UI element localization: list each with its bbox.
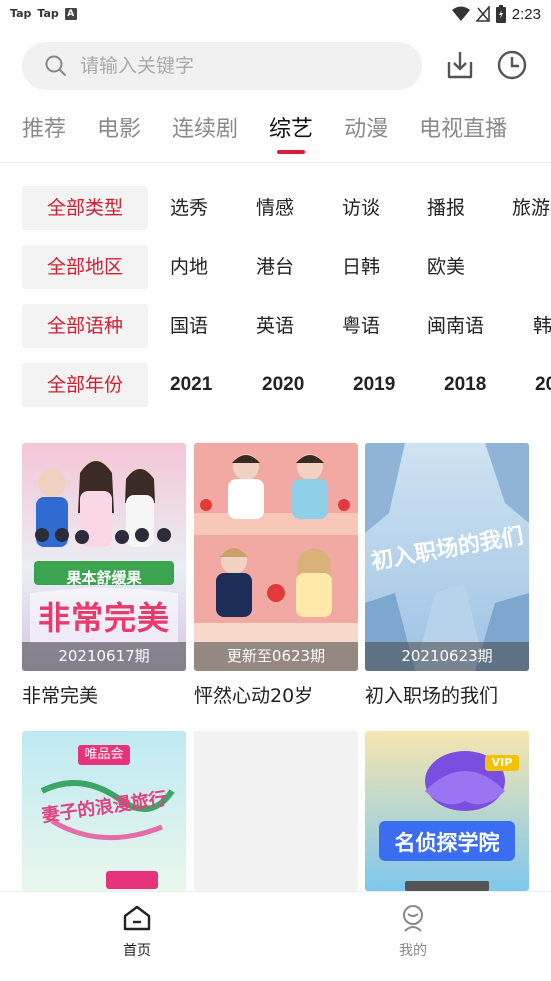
filter-option[interactable]: 内地 bbox=[170, 245, 208, 289]
nav-profile[interactable]: 我的 bbox=[383, 904, 443, 960]
taptap-icon-2: Tap bbox=[37, 7, 59, 20]
tab-movie[interactable]: 电影 bbox=[97, 112, 141, 152]
sponsor-logo: 唯品会 bbox=[84, 747, 124, 762]
filter-option[interactable]: 旅游 bbox=[512, 186, 550, 230]
filter-option[interactable]: 播报 bbox=[427, 186, 465, 230]
wifi-icon bbox=[451, 6, 470, 21]
bottom-navigation: 首页 我的 bbox=[0, 891, 551, 981]
filter-option[interactable]: 情感 bbox=[256, 186, 294, 230]
search-icon bbox=[45, 55, 66, 76]
tabs-divider bbox=[0, 162, 551, 163]
show-poster: 果本舒缓果 非常完美 20210617期 bbox=[22, 443, 186, 671]
nav-home-label: 首页 bbox=[123, 943, 151, 959]
filter-option[interactable]: 访谈 bbox=[342, 186, 380, 230]
tab-recommend[interactable]: 推荐 bbox=[22, 112, 66, 152]
show-title: 怦然心动20岁 bbox=[194, 685, 314, 707]
filter-option[interactable]: 2018 bbox=[444, 363, 486, 407]
tab-series[interactable]: 连续剧 bbox=[172, 112, 238, 152]
nav-home[interactable]: 首页 bbox=[107, 904, 167, 960]
filter-row-region: 全部地区 内地 港台 日韩 欧美 bbox=[22, 245, 551, 289]
filter-option[interactable]: 国语 bbox=[170, 304, 208, 348]
active-tab-indicator bbox=[277, 150, 306, 154]
filter-chip-all-types[interactable]: 全部类型 bbox=[22, 186, 148, 230]
episode-badge: 20210617期 bbox=[22, 642, 186, 671]
show-poster: 初入职场的我们 20210623期 bbox=[365, 443, 529, 671]
filter-option[interactable]: 2019 bbox=[353, 363, 395, 407]
filter-chip-all-regions[interactable]: 全部地区 bbox=[22, 245, 148, 289]
profile-icon bbox=[403, 905, 423, 932]
show-poster: 唯品会 妻子的浪漫旅行 bbox=[22, 731, 186, 891]
status-system-icons: 2:23 bbox=[451, 5, 541, 23]
status-bar: Tap Tap A 2:23 bbox=[0, 0, 551, 30]
battery-icon bbox=[495, 5, 506, 23]
search-bar[interactable] bbox=[22, 42, 422, 90]
filter-option[interactable]: 粤语 bbox=[342, 304, 380, 348]
filter-option[interactable]: 闽南语 bbox=[427, 304, 484, 348]
show-poster: 更新至0623期 bbox=[194, 443, 358, 671]
tab-variety[interactable]: 综艺 bbox=[269, 112, 313, 154]
history-clock-icon[interactable] bbox=[495, 48, 529, 82]
show-title: 初入职场的我们 bbox=[365, 685, 499, 707]
category-tabs: 推荐 电影 连续剧 综艺 动漫 电视直播 bbox=[22, 112, 507, 154]
tab-anime[interactable]: 动漫 bbox=[344, 112, 388, 152]
accessibility-icon: A bbox=[64, 7, 77, 20]
filter-option[interactable]: 20 bbox=[535, 363, 551, 407]
poster-image bbox=[194, 443, 358, 671]
filter-option[interactable]: 韩 bbox=[533, 304, 551, 348]
filter-row-language: 全部语种 国语 英语 粤语 闽南语 韩 bbox=[22, 304, 551, 348]
poster-placeholder bbox=[194, 731, 358, 891]
home-icon bbox=[123, 905, 151, 931]
filter-chip-all-years[interactable]: 全部年份 bbox=[22, 363, 148, 407]
status-notification-icons: Tap Tap A bbox=[10, 7, 77, 20]
filter-option[interactable]: 日韩 bbox=[342, 245, 380, 289]
show-poster: VIP 名侦探学院 bbox=[365, 731, 529, 891]
filter-chip-all-languages[interactable]: 全部语种 bbox=[22, 304, 148, 348]
taptap-icon: Tap bbox=[10, 7, 32, 20]
filter-option[interactable]: 港台 bbox=[256, 245, 294, 289]
download-icon[interactable] bbox=[443, 48, 477, 82]
filter-option[interactable]: 英语 bbox=[256, 304, 294, 348]
filter-row-year: 全部年份 2021 2020 2019 2018 20 bbox=[22, 363, 551, 407]
vip-badge: VIP bbox=[491, 756, 513, 769]
filter-option[interactable]: 2020 bbox=[262, 363, 304, 407]
status-time: 2:23 bbox=[511, 5, 541, 23]
tab-tv-live[interactable]: 电视直播 bbox=[419, 112, 507, 152]
show-title: 非常完美 bbox=[22, 685, 99, 707]
filter-option[interactable]: 欧美 bbox=[427, 245, 465, 289]
poster-subtitle: 果本舒缓果 bbox=[66, 569, 142, 587]
episode-badge: 20210623期 bbox=[365, 642, 529, 671]
search-input[interactable] bbox=[80, 42, 400, 90]
signal-icon bbox=[475, 6, 490, 22]
poster-title-art: 名侦探学院 bbox=[394, 831, 500, 855]
filter-option[interactable]: 2021 bbox=[170, 363, 212, 407]
episode-badge: 更新至0623期 bbox=[194, 642, 358, 671]
poster-title-art: 非常完美 bbox=[37, 599, 170, 637]
nav-profile-label: 我的 bbox=[399, 943, 427, 959]
filter-option[interactable]: 选秀 bbox=[170, 186, 208, 230]
filter-row-type: 全部类型 选秀 情感 访谈 播报 旅游 bbox=[22, 186, 551, 230]
